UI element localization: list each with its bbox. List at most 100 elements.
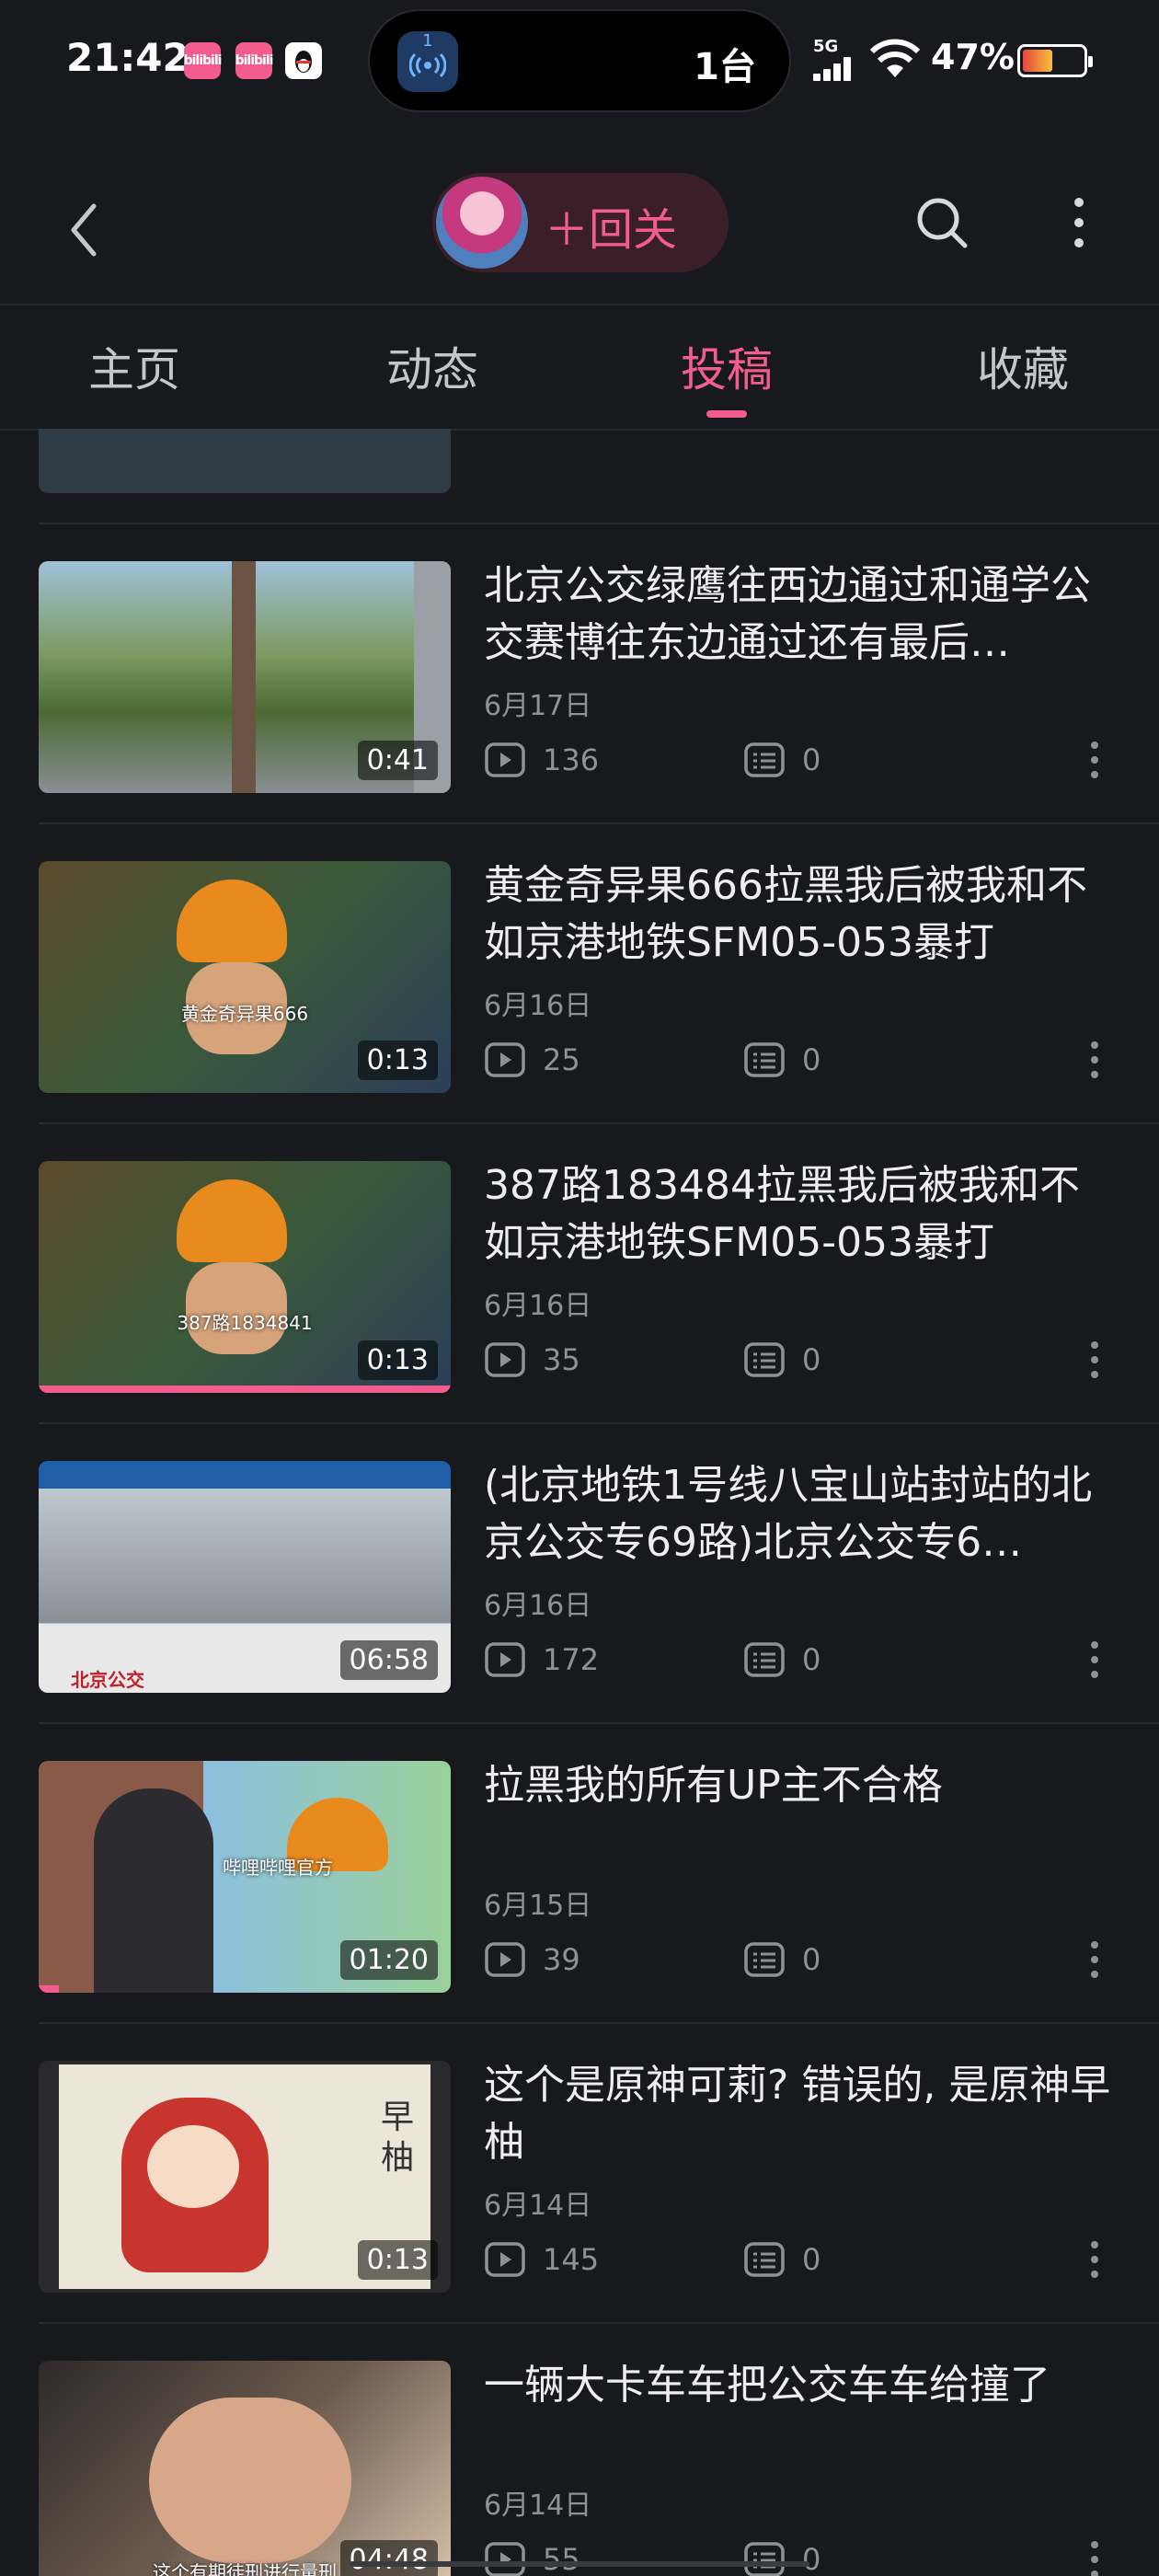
video-title[interactable]: 这个是原神可莉? 错误的, 是原神早柚 [484,2057,1119,2171]
thumbnail-caption: 北京公交 [71,1669,144,1691]
follow-back-button[interactable]: ＋回关 [432,173,729,272]
video-more-button[interactable] [1084,1038,1106,1082]
thumbnail-caption: 哔哩哔哩官方 [223,1857,333,1879]
danmaku-count: 0 [743,2539,820,2576]
video-duration: 0:13 [357,2240,438,2280]
home-indicator [350,2561,809,2567]
top-bar: ＋回关 [0,156,1159,304]
signal-icon [813,57,861,81]
video-thumbnail[interactable]: 早柚 0:13 [39,2061,451,2293]
video-duration: 0:13 [357,1041,438,1080]
video-date: 6月14日 [484,2490,592,2522]
video-title[interactable]: (北京地铁1号线八宝山站封站的北京公交专69路)北京公交专6… [484,1457,1119,1571]
more-vertical-icon [1074,198,1084,247]
play-count: 39 [484,1939,580,1980]
list-item[interactable]: 北京公交 06:58 (北京地铁1号线八宝山站封站的北京公交专69路)北京公交专… [0,1424,1159,1724]
danmaku-icon [744,1042,785,1077]
video-more-button[interactable] [1084,2537,1106,2576]
play-count: 172 [484,1639,599,1680]
video-thumbnail[interactable]: 387路1834841 0:13 [39,1161,451,1393]
danmaku-icon [744,1942,785,1977]
qq-notification-icon [285,42,322,79]
tab-home[interactable]: 主页 [42,333,226,399]
tab-favorites[interactable]: 收藏 [931,333,1115,399]
danmaku-icon [744,742,785,777]
video-duration: 06:58 [339,1640,438,1680]
more-options-button[interactable] [1058,193,1100,252]
danmaku-icon [744,1342,785,1377]
video-title[interactable]: 黄金奇异果666拉黑我后被我和不如京港地铁SFM05-053暴打 [484,857,1119,972]
thumbnail-caption: 早柚 [380,2099,414,2177]
list-item[interactable]: 黄金奇异果666 0:13 黄金奇异果666拉黑我后被我和不如京港地铁SFM05… [0,824,1159,1124]
play-count-icon [485,742,525,777]
status-bar: 21:42 bilibili bilibili 1 1台 5G 47% [0,0,1159,124]
video-date: 6月15日 [484,1890,592,1922]
video-list[interactable]: 0:41 北京公交绿鹰往西边通过和通学公交赛博往东边通过还有最后… 6月17日 … [0,429,1159,2576]
danmaku-icon [744,2542,785,2576]
list-item[interactable]: 387路1834841 0:13 387路183484拉黑我后被我和不如京港地铁… [0,1124,1159,1424]
danmaku-count: 0 [743,740,820,780]
play-count: 25 [484,1040,580,1080]
tab-dynamics[interactable]: 动态 [340,333,524,399]
wifi-icon [868,35,922,85]
video-date: 6月16日 [484,1590,592,1622]
play-count: 55 [484,2539,580,2576]
video-thumbnail[interactable]: 黄金奇异果666 0:13 [39,861,451,1093]
battery-icon [1017,44,1093,77]
video-duration: 0:41 [357,741,438,780]
status-time: 21:42 [66,35,189,80]
video-thumbnail[interactable]: 0:41 [39,561,451,793]
video-more-button[interactable] [1084,1938,1106,1982]
thumbnail-caption: 黄金奇异果666 [180,1003,309,1025]
bilibili-notification-icon: bilibili [184,42,222,79]
tab-uploads[interactable]: 投稿 [635,333,819,399]
watch-progress-bar [39,1985,60,1993]
back-button[interactable] [57,193,112,267]
list-item[interactable]: 这个有期徒刑进行量刑 04:48 一辆大卡车车把公交车车给撞了 6月14日 55… [0,2324,1159,2576]
play-count: 136 [484,740,599,780]
danmaku-count: 0 [743,2239,820,2280]
danmaku-count: 0 [743,1340,820,1380]
video-duration: 04:48 [339,2540,438,2576]
danmaku-icon [744,2242,785,2277]
avatar[interactable] [436,177,528,269]
list-item[interactable]: 0:41 北京公交绿鹰往西边通过和通学公交赛博往东边通过还有最后… 6月17日 … [0,524,1159,824]
search-button[interactable] [912,193,971,252]
play-count-icon [485,1942,525,1977]
play-count-icon [485,1042,525,1077]
dynamic-island[interactable]: 1 1台 [368,9,791,112]
video-title[interactable]: 拉黑我的所有UP主不合格 [484,1757,1119,1814]
video-date: 6月14日 [484,2190,592,2222]
danmaku-count: 0 [743,1040,820,1080]
video-date: 6月16日 [484,1290,592,1322]
play-count-icon [485,1342,525,1377]
network-type: 5G [813,37,839,56]
video-more-button[interactable] [1084,738,1106,782]
video-more-button[interactable] [1084,1638,1106,1682]
play-count: 35 [484,1340,580,1380]
video-thumbnail[interactable]: 北京公交 06:58 [39,1461,451,1693]
watch-progress-bar [39,1386,451,1393]
video-thumbnail[interactable] [39,429,451,493]
danmaku-icon [744,1642,785,1677]
play-count: 145 [484,2239,599,2280]
video-date: 6月16日 [484,990,592,1022]
nfc-transit-icon: 1 [397,31,458,92]
video-title[interactable]: 北京公交绿鹰往西边通过和通学公交赛博往东边通过还有最后… [484,558,1119,672]
video-more-button[interactable] [1084,1338,1106,1382]
video-more-button[interactable] [1084,2237,1106,2282]
video-title[interactable]: 387路183484拉黑我后被我和不如京港地铁SFM05-053暴打 [484,1157,1119,1271]
list-item-partial[interactable] [0,429,1159,524]
video-duration: 0:13 [357,1340,438,1380]
list-item[interactable]: 早柚 0:13 这个是原神可莉? 错误的, 是原神早柚 6月14日 145 0 [0,2024,1159,2324]
battery-percentage: 47% [931,37,1015,77]
danmaku-count: 0 [743,1639,820,1680]
list-item[interactable]: 哔哩哔哩官方 01:20 拉黑我的所有UP主不合格 6月15日 39 0 [0,1724,1159,2024]
search-icon [917,198,968,248]
follow-back-label: ＋回关 [545,204,678,256]
play-count-icon [485,1642,525,1677]
video-thumbnail[interactable]: 哔哩哔哩官方 01:20 [39,1761,451,1993]
video-title[interactable]: 一辆大卡车车把公交车车给撞了 [484,2357,1119,2414]
profile-tabs: 主页 动态 投稿 收藏 [0,305,1159,429]
video-thumbnail[interactable]: 这个有期徒刑进行量刑 04:48 [39,2361,451,2576]
